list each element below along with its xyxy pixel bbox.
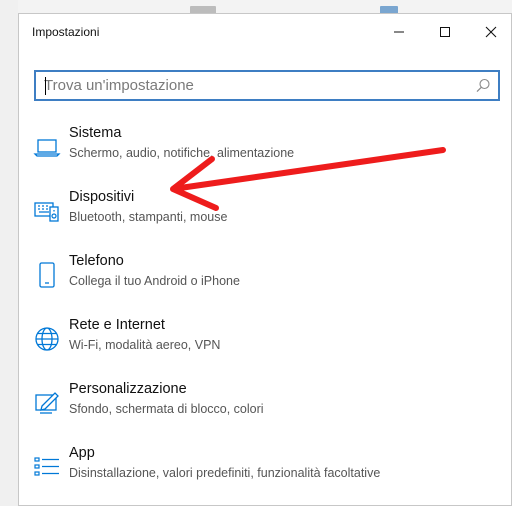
close-icon (485, 26, 497, 38)
text-caret (45, 77, 46, 95)
phone-icon (39, 262, 55, 288)
search-box[interactable] (34, 70, 500, 101)
apps-icon (34, 457, 59, 476)
category-title: Telefono (69, 253, 124, 269)
category-description: Collega il tuo Android o iPhone (69, 274, 240, 288)
personalization-icon (35, 392, 59, 414)
minimize-icon (394, 31, 404, 33)
category-app[interactable]: App Disinstallazione, valori predefiniti… (19, 445, 511, 503)
devices-icon (34, 202, 59, 222)
globe-icon (35, 327, 59, 351)
maximize-icon (440, 27, 450, 37)
category-title: App (69, 445, 95, 461)
category-description: Disinstallazione, valori predefiniti, fu… (69, 466, 381, 480)
category-personalizzazione[interactable]: Personalizzazione Sfondo, schermata di b… (19, 381, 511, 439)
maximize-button[interactable] (422, 14, 468, 50)
category-title: Rete e Internet (69, 317, 165, 333)
background-window-strip (0, 0, 512, 14)
category-telefono[interactable]: Telefono Collega il tuo Android o iPhone (19, 253, 511, 311)
minimize-button[interactable] (376, 14, 422, 50)
category-sistema[interactable]: Sistema Schermo, audio, notifiche, alime… (19, 125, 511, 183)
category-dispositivi[interactable]: Dispositivi Bluetooth, stampanti, mouse (19, 189, 511, 247)
laptop-icon (33, 139, 61, 157)
category-rete-e-internet[interactable]: Rete e Internet Wi-Fi, modalità aereo, V… (19, 317, 511, 375)
category-description: Schermo, audio, notifiche, alimentazione (69, 146, 295, 160)
category-title: Dispositivi (69, 189, 135, 205)
category-description: Bluetooth, stampanti, mouse (69, 210, 228, 224)
category-description: Sfondo, schermata di blocco, colori (69, 402, 264, 416)
settings-window: Impostazioni Sistema Schermo, audio, not… (18, 13, 512, 506)
category-description: Wi-Fi, modalità aereo, VPN (69, 338, 221, 352)
search-icon[interactable] (474, 77, 492, 95)
title-bar[interactable]: Impostazioni (19, 14, 511, 50)
category-title: Sistema (69, 125, 122, 141)
category-title: Personalizzazione (69, 381, 187, 397)
close-button[interactable] (468, 14, 511, 50)
background-window-left (0, 0, 18, 506)
search-input[interactable] (44, 75, 464, 96)
window-title: Impostazioni (32, 25, 100, 39)
